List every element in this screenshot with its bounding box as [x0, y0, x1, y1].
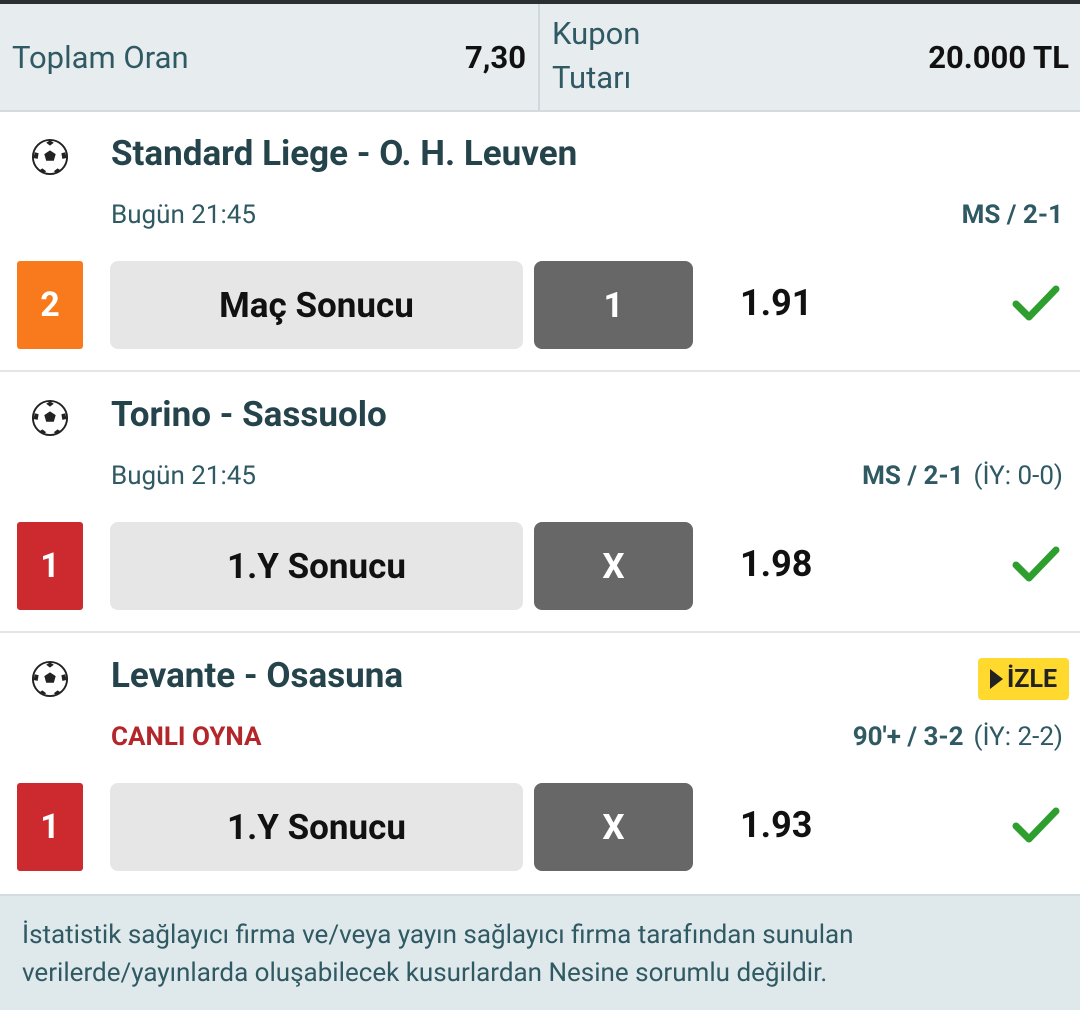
coupon-amount-value: 20.000 TL	[928, 39, 1069, 76]
odd-value: 1.93	[740, 804, 813, 846]
watch-label: İZLE	[1006, 664, 1058, 694]
event-teams[interactable]: Torino - Sassuolo	[111, 394, 387, 435]
event-result: MS / 2-1 (İY: 0-0)	[862, 461, 1063, 491]
check-icon	[1012, 807, 1060, 843]
mbs-badge: 1	[17, 522, 83, 610]
event-row[interactable]: Levante - Osasuna İZLE CANLI OYNA 90'+ /…	[0, 634, 1080, 894]
coupon-summary: Toplam Oran 7,30 Kupon Tutarı 20.000 TL	[0, 4, 1080, 112]
pick-box: X	[534, 783, 693, 871]
pick-box: X	[534, 522, 693, 610]
coupon-amount-label-line2: Tutarı	[552, 59, 632, 96]
total-odds-cell: Toplam Oran 7,30	[0, 4, 538, 110]
soccer-ball-icon	[31, 399, 69, 437]
event-result: MS / 2-1	[962, 200, 1063, 230]
odd-value: 1.91	[740, 282, 813, 324]
event-time: Bugün 21:45	[111, 200, 257, 230]
event-row[interactable]: Standard Liege - O. H. Leuven Bugün 21:4…	[0, 112, 1080, 372]
event-teams[interactable]: Standard Liege - O. H. Leuven	[111, 133, 577, 174]
live-play-link[interactable]: CANLI OYNA	[111, 722, 261, 752]
soccer-ball-icon	[31, 138, 69, 176]
market-name: Maç Sonucu	[110, 261, 523, 349]
total-odds-label: Toplam Oran	[12, 39, 189, 76]
coupon-amount-label-line1: Kupon	[552, 15, 641, 52]
market-name: 1.Y Sonucu	[110, 783, 523, 871]
soccer-ball-icon	[31, 660, 69, 698]
event-time: Bugün 21:45	[111, 461, 257, 491]
event-result: 90'+ / 3-2 (İY: 2-2)	[853, 722, 1063, 752]
disclaimer-box: İstatistik sağlayıcı firma ve/veya yayın…	[0, 894, 1080, 1010]
odd-value: 1.98	[740, 543, 813, 585]
market-name: 1.Y Sonucu	[110, 522, 523, 610]
event-teams[interactable]: Levante - Osasuna	[111, 655, 403, 696]
half-time-score: (İY: 0-0)	[973, 461, 1063, 491]
play-icon	[989, 669, 1003, 689]
check-icon	[1012, 546, 1060, 582]
event-row[interactable]: Torino - Sassuolo Bugün 21:45 MS / 2-1 (İ…	[0, 373, 1080, 633]
event-score: 90'+ / 3-2	[852, 722, 964, 752]
coupon-amount-cell: Kupon Tutarı 20.000 TL	[540, 4, 1080, 110]
half-time-score: (İY: 2-2)	[973, 722, 1063, 752]
mbs-badge: 2	[17, 261, 83, 349]
pick-box: 1	[534, 261, 693, 349]
mbs-badge: 1	[17, 783, 83, 871]
event-score: MS / 2-1	[862, 461, 964, 491]
total-odds-value: 7,30	[465, 39, 526, 76]
event-score: MS / 2-1	[961, 200, 1063, 230]
check-icon	[1012, 285, 1060, 321]
disclaimer-text: İstatistik sağlayıcı firma ve/veya yayın…	[22, 920, 854, 988]
watch-button[interactable]: İZLE	[978, 658, 1069, 700]
